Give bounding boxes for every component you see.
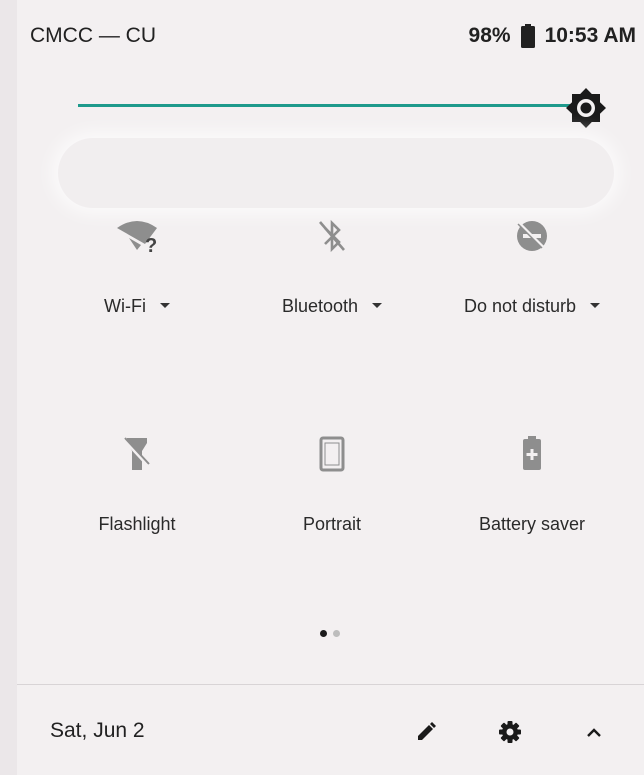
page-dot-active[interactable] — [320, 630, 327, 637]
quick-settings-footer: Sat, Jun 2 — [17, 684, 644, 775]
tile-wifi-label: Wi-Fi — [30, 296, 244, 317]
tile-portrait[interactable]: Portrait — [225, 432, 439, 572]
blurred-panel — [58, 138, 614, 208]
brightness-icon[interactable] — [565, 87, 607, 129]
page-indicator — [320, 630, 340, 637]
battery-icon — [520, 24, 535, 48]
tile-bluetooth-label: Bluetooth — [225, 296, 439, 317]
chevron-down-icon[interactable] — [372, 302, 383, 308]
settings-icon — [499, 721, 521, 743]
battery-percent: 98% — [468, 24, 511, 47]
svg-text:?: ? — [145, 235, 157, 254]
tile-battery-saver-label: Battery saver — [478, 514, 586, 534]
tile-flashlight[interactable]: Flashlight — [30, 432, 244, 572]
wifi-unknown-icon: ? — [115, 214, 159, 258]
date-label[interactable]: Sat, Jun 2 — [50, 719, 145, 743]
quick-settings-shade — [17, 0, 644, 774]
tile-bluetooth[interactable]: Bluetooth — [225, 214, 439, 354]
carrier-label: CMCC — CU — [30, 24, 156, 47]
battery-saver-icon — [510, 432, 554, 476]
tile-battery-saver[interactable]: Battery saver — [425, 432, 639, 572]
status-bar: CMCC — CU 98% 10:53 AM — [0, 0, 644, 80]
tile-wifi[interactable]: ? Wi-Fi — [30, 214, 244, 354]
collapse-button[interactable] — [577, 715, 611, 749]
chevron-up-icon — [587, 728, 601, 737]
chevron-down-icon[interactable] — [159, 302, 170, 308]
brightness-slider[interactable] — [78, 104, 580, 107]
portrait-icon — [310, 432, 354, 476]
status-indicators: 98% 10:53 AM — [469, 24, 636, 48]
tile-do-not-disturb[interactable]: Do not disturb — [425, 214, 639, 354]
edit-icon — [418, 722, 436, 740]
flashlight-off-icon — [115, 432, 159, 476]
edit-button[interactable] — [409, 715, 443, 749]
bluetooth-disabled-icon — [310, 214, 354, 258]
tile-flashlight-label: Flashlight — [98, 514, 176, 534]
page-dot[interactable] — [333, 630, 340, 637]
clock: 10:53 AM — [544, 24, 636, 47]
chevron-down-icon[interactable] — [590, 302, 601, 308]
settings-button[interactable] — [493, 715, 527, 749]
tile-do-not-disturb-label: Do not disturb — [425, 296, 639, 317]
tile-portrait-label: Portrait — [302, 514, 362, 534]
do-not-disturb-off-icon — [510, 214, 554, 258]
